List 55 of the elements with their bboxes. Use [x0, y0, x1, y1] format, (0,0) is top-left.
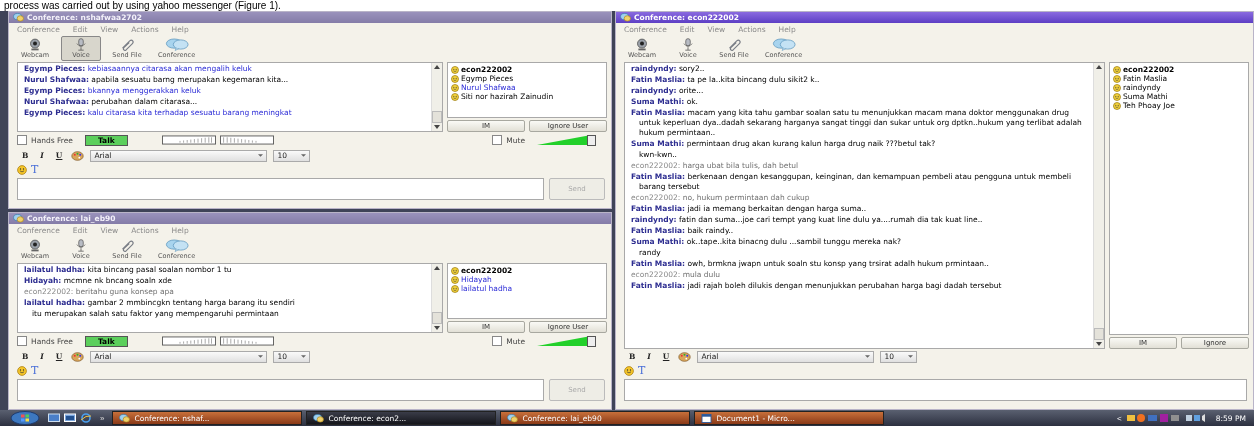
chat-bubbles-icon [119, 413, 131, 423]
scrollbar[interactable] [431, 264, 442, 332]
window-icon[interactable] [64, 413, 76, 423]
level-meter-drawing [161, 135, 216, 145]
level-meter-drawing [161, 336, 216, 346]
scroll-thumb[interactable] [432, 312, 442, 324]
caret-icon [864, 354, 872, 359]
up-arrow-icon[interactable] [434, 65, 440, 69]
caret-icon [300, 354, 308, 359]
text-style-button[interactable]: T [31, 164, 39, 175]
document-text: process was carried out by using yahoo messenger (Figure 1). [4, 0, 281, 11]
level-meter-drawing [219, 336, 274, 346]
message-input[interactable] [624, 379, 1247, 401]
checkbox[interactable] [17, 336, 27, 346]
scroll-thumb[interactable] [432, 111, 442, 123]
document-icon [701, 413, 713, 423]
checkbox[interactable] [17, 135, 27, 145]
chat-bubbles-icon [313, 413, 325, 423]
chat-bubbles-icon [507, 413, 519, 423]
chat-bubbles-icon [771, 38, 796, 51]
caret-icon [257, 354, 265, 359]
caret-icon [300, 153, 308, 158]
level-meter-drawing [219, 135, 274, 145]
checkbox[interactable] [492, 336, 503, 346]
text-style-button[interactable]: T [638, 365, 646, 376]
smiley-icon[interactable] [624, 365, 634, 376]
start-orb-icon[interactable] [10, 411, 40, 425]
text-style-button[interactable]: T [31, 365, 39, 376]
palette-icon[interactable] [71, 351, 85, 362]
chat-bubbles-icon [620, 13, 631, 22]
palette-icon[interactable] [71, 150, 85, 161]
palette-icon[interactable] [678, 351, 692, 362]
up-arrow-icon[interactable] [1096, 65, 1102, 69]
desktop-icon[interactable] [48, 413, 60, 423]
caret-icon [907, 354, 915, 359]
down-arrow-icon[interactable] [434, 326, 440, 330]
scroll-thumb[interactable] [1094, 328, 1104, 340]
scrollbar[interactable] [431, 63, 442, 131]
smiley-icon[interactable] [17, 164, 27, 175]
tray-expand-button[interactable]: < [1117, 413, 1122, 423]
checkbox[interactable] [492, 135, 503, 145]
chat-bubbles-icon [13, 13, 24, 22]
down-arrow-icon[interactable] [1096, 342, 1102, 346]
more-button[interactable]: » [96, 413, 109, 423]
browser-icon[interactable] [80, 413, 92, 423]
message-input[interactable] [17, 379, 544, 401]
chat-bubbles-icon [164, 239, 189, 252]
caret-icon [257, 153, 265, 158]
down-arrow-icon[interactable] [434, 125, 440, 129]
smiley-icon[interactable] [17, 365, 27, 376]
chat-bubbles-icon [13, 214, 24, 223]
chat-bubbles-icon [164, 38, 189, 51]
message-input[interactable] [17, 178, 544, 200]
up-arrow-icon[interactable] [434, 266, 440, 270]
scrollbar[interactable] [1093, 63, 1104, 348]
